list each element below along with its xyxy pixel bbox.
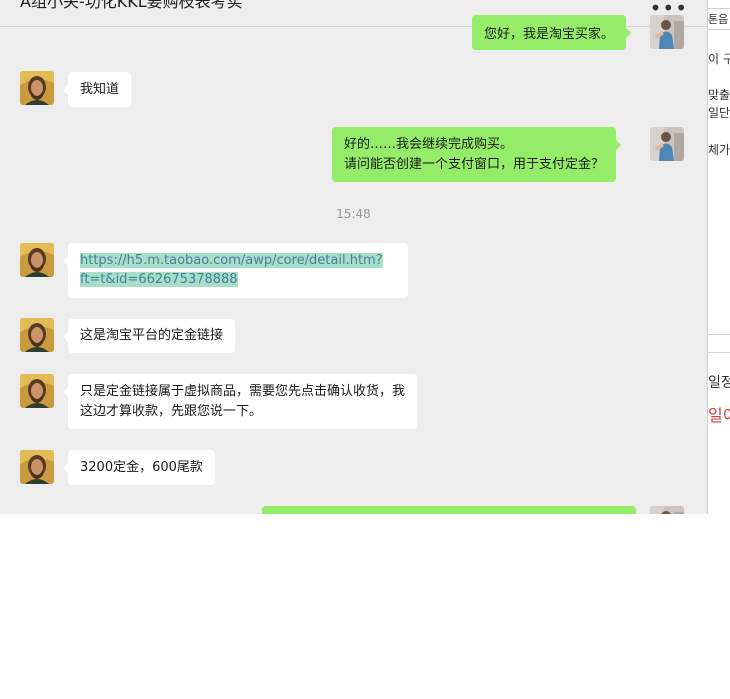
contact-avatar-image	[20, 318, 54, 352]
contact-avatar-image	[20, 450, 54, 484]
message-text: 这边才算收款，先跟您说一下。	[80, 404, 263, 419]
self-avatar[interactable]	[650, 506, 684, 514]
message-bubble-link[interactable]: https://h5.m.taobao.com/awp/core/detail.…	[63, 243, 408, 298]
adjacent-text: 일단	[708, 106, 730, 120]
adjacent-text: 톤음	[708, 13, 729, 26]
contact-avatar-image	[20, 374, 54, 408]
message-text: 好的……我会继续完成购买。	[344, 137, 514, 152]
adjacent-text: 이 구	[708, 52, 730, 66]
message-link[interactable]: https://h5.m.taobao.com/awp/core/detail.…	[80, 253, 383, 268]
message-text: 这是淘宝平台的定金链接	[80, 328, 224, 343]
adjacent-divider	[708, 352, 730, 353]
app-viewport: A组小关-功化KKL要购枝表考实 ••• 您好，我是淘宝买家。 我知道 好的………	[0, 0, 730, 514]
message-bubble-contact[interactable]: 只是定金链接属于虚拟商品，需要您先点击确认收货，我 这边才算收款，先跟您说一下。	[62, 374, 418, 429]
message-text: 我知道	[80, 82, 120, 97]
message-bubble-self[interactable]	[262, 506, 636, 514]
self-avatar[interactable]	[650, 15, 684, 49]
self-avatar[interactable]	[650, 127, 684, 161]
chat-window: A组小关-功化KKL要购枝表考实 ••• 您好，我是淘宝买家。 我知道 好的………	[0, 0, 707, 514]
self-avatar-image	[650, 506, 684, 514]
contact-avatar-image	[20, 71, 54, 105]
message-text: 只是定金链接属于虚拟商品，需要您先点击确认收货，我	[80, 384, 406, 399]
message-bubble-contact[interactable]: 3200定金，600尾款	[63, 450, 215, 485]
message-link[interactable]: ft=t&id=662675378888	[80, 272, 238, 287]
contact-avatar[interactable]	[20, 71, 54, 105]
message-bubble-self[interactable]: 您好，我是淘宝买家。	[472, 15, 632, 50]
contact-avatar[interactable]	[20, 243, 54, 277]
adjacent-text: 맞출	[708, 88, 730, 102]
message-text: 您好，我是淘宝买家。	[484, 27, 615, 42]
message-bubble-self[interactable]: 好的……我会继续完成购买。 请问能否创建一个支付窗口，用于支付定金？	[332, 127, 622, 182]
contact-avatar[interactable]	[20, 318, 54, 352]
adjacent-text: 일정	[708, 375, 730, 391]
self-avatar-image	[650, 15, 684, 49]
contact-avatar[interactable]	[20, 374, 54, 408]
message-bubble-contact[interactable]: 我知道	[62, 72, 132, 107]
message-text: 请问能否创建一个支付窗口，用于支付定金？	[344, 157, 605, 172]
adjacent-window-panel: 톤음 이 구 맞출 일단 체가 일정 일이	[707, 0, 730, 514]
contact-avatar-image	[20, 243, 54, 277]
adjacent-tab[interactable]: 톤음	[708, 8, 730, 30]
message-timestamp: 15:48	[336, 207, 371, 221]
adjacent-divider	[708, 334, 730, 335]
chat-title: A组小关-功化KKL要购枝表考实	[20, 0, 243, 11]
self-avatar-image	[650, 127, 684, 161]
message-bubble-contact[interactable]: 这是淘宝平台的定金链接	[62, 319, 236, 353]
adjacent-text: 체가	[708, 143, 730, 157]
adjacent-text-highlight: 일이	[708, 406, 730, 425]
message-text: 3200定金，600尾款	[80, 460, 203, 475]
contact-avatar[interactable]	[20, 450, 54, 484]
